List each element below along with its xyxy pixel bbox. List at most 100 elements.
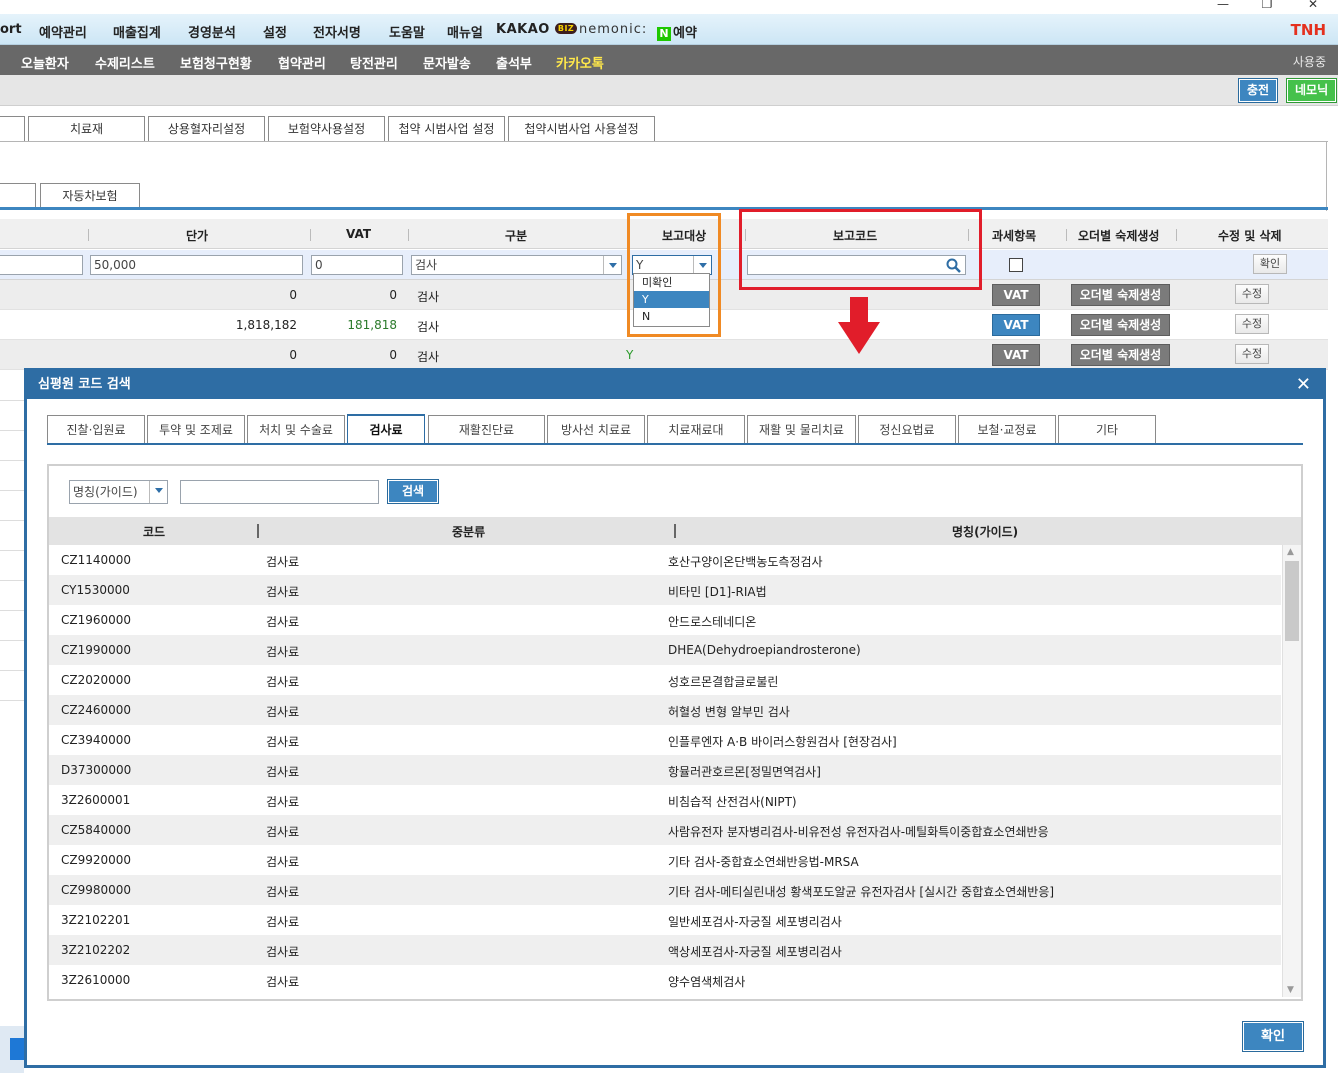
vat-input[interactable]: 0: [311, 255, 403, 275]
close-icon[interactable]: ✕: [1296, 371, 1311, 399]
price-input[interactable]: 50,000: [90, 255, 303, 275]
search-button[interactable]: 검색: [387, 479, 439, 504]
table-row[interactable]: 3Z2600001 검사료 비침습적 산전검사(NIPT): [49, 785, 1281, 815]
row-stub: [0, 430, 24, 431]
close-window-icon[interactable]: ✕: [1290, 0, 1336, 11]
submenu-attendance[interactable]: 출석부: [496, 53, 532, 72]
scroll-down-icon[interactable]: ▼: [1287, 985, 1294, 995]
menu-item-nemonic[interactable]: nemonic:: [579, 22, 647, 37]
tab-other[interactable]: 기타: [1058, 415, 1156, 444]
tab-radiation[interactable]: 방사선 치료료: [547, 415, 645, 444]
tab-pilot-usage-settings[interactable]: 첩약시범사업 사용설정: [508, 116, 655, 142]
submenu-sms[interactable]: 문자발송: [423, 53, 471, 72]
table-row[interactable]: CY1530000 검사료 비타민 [D1]-RIA법: [49, 575, 1281, 605]
menu-item-reservation[interactable]: 예약관리: [39, 22, 87, 41]
down-arrow-head-icon: [838, 322, 880, 354]
search-input[interactable]: [180, 480, 379, 504]
edit-button[interactable]: 수정: [1235, 344, 1269, 364]
cell-mid: 검사료: [266, 675, 300, 689]
table-row[interactable]: CZ2020000 검사료 성호르몬결합글로불린: [49, 665, 1281, 695]
submenu-today-patients[interactable]: 오늘환자: [21, 53, 69, 72]
col-taxable: 과세항목: [992, 229, 1037, 243]
vat-button[interactable]: VAT: [992, 314, 1040, 336]
charge-button[interactable]: 충전: [1237, 78, 1279, 103]
table-row[interactable]: CZ3940000 검사료 인플루엔자 A·B 바이러스항원검사 [현장검사]: [49, 725, 1281, 755]
row-stub: [0, 550, 24, 551]
restore-icon[interactable]: ❐: [1244, 0, 1290, 11]
start-icon[interactable]: [10, 1038, 24, 1060]
col-vat: VAT: [346, 227, 372, 241]
result-scrollbar[interactable]: ▲ ▼: [1282, 545, 1301, 997]
tab-auto-insurance[interactable]: 자동차보험: [40, 183, 140, 208]
cell-code: CZ3940000: [61, 733, 132, 747]
table-row[interactable]: CZ1960000 검사료 안드로스테네디온: [49, 605, 1281, 635]
table-row[interactable]: D37300000 검사료 항뮬러관호르몬[정밀면역검사]: [49, 755, 1281, 785]
submenu-decoction[interactable]: 탕전관리: [350, 53, 398, 72]
tab-materials[interactable]: 치료재: [28, 116, 145, 142]
tab2-hidden[interactable]: [0, 183, 36, 208]
kakao-label: KAKAO: [496, 22, 550, 37]
cell-code: 3Z2600001: [61, 793, 131, 807]
tab-treatment-materials[interactable]: 치료재료대: [647, 415, 745, 444]
order-homework-button[interactable]: 오더별 숙제생성: [1071, 314, 1170, 336]
menu-item-sales[interactable]: 매출집계: [113, 22, 161, 41]
submenu-kakaotalk[interactable]: 카카오톡: [556, 53, 604, 72]
naver-icon: N: [657, 27, 671, 41]
main-menu-bar: ort 예약관리 매출집계 경영분석 설정 전자서명 도움말 매뉴얼 KAKAO…: [0, 14, 1338, 45]
table-row[interactable]: CZ1990000 검사료 DHEA(Dehydroepiandrosterone): [49, 635, 1281, 665]
name-input[interactable]: [0, 255, 83, 275]
col-mid-category: 중분류: [452, 525, 486, 539]
table-row[interactable]: CZ9920000 검사료 기타 검사-중합효소연쇄반응법-MRSA: [49, 845, 1281, 875]
minimize-icon[interactable]: —: [1200, 0, 1246, 11]
menu-item-settings[interactable]: 설정: [263, 22, 287, 41]
menu-item-report[interactable]: ort: [0, 22, 22, 37]
menu-item-manual[interactable]: 매뉴얼: [447, 22, 483, 41]
tab-hidden[interactable]: [0, 116, 25, 142]
table-row[interactable]: CZ5840000 검사료 사람유전자 분자병리검사-비유전성 유전자검사-메틸화특…: [49, 815, 1281, 845]
table-row[interactable]: 3Z2102201 검사료 일반세포검사-자궁질 세포병리검사: [49, 905, 1281, 935]
submenu-agreement[interactable]: 협약관리: [278, 53, 326, 72]
submenu-insurance-claims[interactable]: 보험청구현황: [180, 53, 252, 72]
tab-acupoint-settings[interactable]: 상용혈자리설정: [148, 116, 265, 142]
chevron-down-icon[interactable]: [149, 481, 167, 503]
scroll-up-icon[interactable]: ▲: [1287, 547, 1294, 557]
order-homework-button[interactable]: 오더별 숙제생성: [1071, 284, 1170, 306]
table-row[interactable]: CZ2460000 검사료 허혈성 변형 알부민 검사: [49, 695, 1281, 725]
tab-underline: [0, 207, 1328, 210]
table-row[interactable]: CZ1140000 검사료 호산구양이온단백농도측정검사: [49, 545, 1281, 575]
vat-button[interactable]: VAT: [992, 344, 1040, 366]
search-field-select[interactable]: 명칭(가이드): [69, 480, 168, 504]
cell-code: CZ1960000: [61, 613, 132, 627]
tab-physical-therapy[interactable]: 재활 및 물리치료: [747, 415, 856, 444]
submenu-homework-list[interactable]: 수제리스트: [95, 53, 155, 72]
tab-insurance-drug-settings[interactable]: 보험약사용설정: [268, 116, 385, 142]
tab-rehab-diagnosis[interactable]: 재활진단료: [428, 415, 545, 444]
scroll-thumb[interactable]: [1285, 561, 1299, 641]
menu-item-help[interactable]: 도움말: [389, 22, 425, 41]
header-separator: [408, 229, 409, 241]
table-row[interactable]: 3Z2610000 검사료 양수염색체검사: [49, 965, 1281, 995]
edit-button[interactable]: 수정: [1235, 284, 1269, 304]
chevron-down-icon[interactable]: [603, 256, 621, 274]
nemonic-button[interactable]: 네모닉: [1285, 78, 1338, 103]
tab-orthodontic[interactable]: 보철·교정료: [958, 415, 1056, 444]
menu-item-kakao-biz[interactable]: KAKAO BIZ: [496, 22, 578, 37]
tab-consultation[interactable]: 진찰·입원료: [47, 415, 145, 444]
menu-item-esign[interactable]: 전자서명: [313, 22, 361, 41]
table-row[interactable]: CZ9980000 검사료 기타 검사-메티실린내성 황색포도알균 유전자검사 [실…: [49, 875, 1281, 905]
tab-medication[interactable]: 투약 및 조제료: [147, 415, 245, 444]
tab-lab-tests[interactable]: 검사료: [347, 414, 425, 445]
category-select[interactable]: 검사: [411, 255, 622, 275]
ok-button[interactable]: 확인: [1242, 1021, 1304, 1052]
tab-procedures[interactable]: 처치 및 수술료: [247, 415, 345, 444]
taxable-checkbox[interactable]: [1009, 258, 1023, 272]
menu-item-analysis[interactable]: 경영분석: [188, 22, 236, 41]
table-row[interactable]: 3Z2102202 검사료 액상세포검사-자궁질 세포병리검사: [49, 935, 1281, 965]
confirm-row-button[interactable]: 확인: [1253, 254, 1287, 274]
vat-button[interactable]: VAT: [992, 284, 1040, 306]
edit-button[interactable]: 수정: [1235, 314, 1269, 334]
menu-item-naver-reservation[interactable]: N 예약: [657, 22, 697, 41]
order-homework-button[interactable]: 오더별 숙제생성: [1071, 344, 1170, 366]
tab-psychotherapy[interactable]: 정신요법료: [858, 415, 956, 444]
tab-pilot-settings[interactable]: 첩약 시범사업 설정: [388, 116, 505, 142]
